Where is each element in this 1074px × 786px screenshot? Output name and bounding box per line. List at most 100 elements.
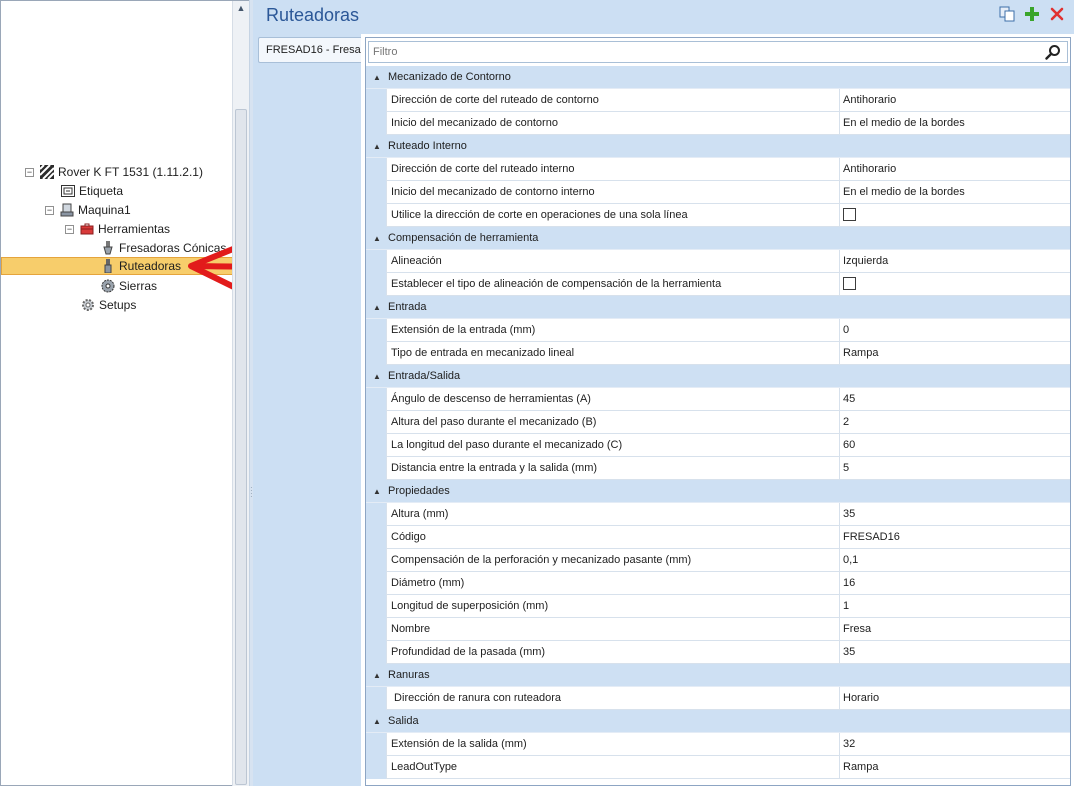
property-row[interactable]: Utilice la dirección de corte en operaci… <box>366 204 1070 227</box>
collapse-arrow-icon[interactable]: ▲ <box>366 303 388 312</box>
scroll-thumb[interactable] <box>235 109 247 785</box>
add-button[interactable] <box>1023 5 1041 23</box>
property-value[interactable]: FRESAD16 <box>839 526 1070 549</box>
property-value[interactable]: Antihorario <box>839 89 1070 112</box>
property-name: Código <box>386 526 839 549</box>
tree-label: Etiqueta <box>79 184 124 198</box>
property-value[interactable]: 32 <box>839 733 1070 756</box>
property-row[interactable]: Alineación Izquierda <box>366 250 1070 273</box>
property-row[interactable]: Tipo de entrada en mecanizado lineal Ramp… <box>366 342 1070 365</box>
tree-node-maquina[interactable]: − Maquina1 <box>45 201 131 219</box>
category-label: Ranuras <box>388 669 430 681</box>
property-value[interactable]: Izquierda <box>839 250 1070 273</box>
category-row[interactable]: ▲ Entrada <box>366 296 1070 319</box>
filter-input[interactable] <box>369 42 1029 62</box>
tree-scrollbar[interactable]: ▲ <box>232 1 249 786</box>
property-value[interactable]: Horario <box>839 687 1070 710</box>
property-row[interactable]: Distancia entre la entrada y la salida (… <box>366 457 1070 480</box>
property-value[interactable]: 35 <box>839 503 1070 526</box>
property-row[interactable]: Longitud de superposición (mm) 1 <box>366 595 1070 618</box>
property-name: Dirección de corte del ruteado de contor… <box>386 89 839 112</box>
row-gutter <box>366 641 386 664</box>
collapse-icon[interactable]: − <box>25 167 34 177</box>
category-label: Entrada <box>388 301 427 313</box>
property-name: Extensión de la entrada (mm) <box>386 319 839 342</box>
property-row[interactable]: Profundidad de la pasada (mm) 35 <box>366 641 1070 664</box>
property-row[interactable]: Dirección de corte del ruteado de contor… <box>366 89 1070 112</box>
conical-cutter-icon <box>101 241 115 255</box>
property-row[interactable]: Inicio del mecanizado de contorno En el m… <box>366 112 1070 135</box>
property-row[interactable]: Extensión de la salida (mm) 32 <box>366 733 1070 756</box>
category-row[interactable]: ▲ Entrada/Salida <box>366 365 1070 388</box>
scroll-up-icon[interactable]: ▲ <box>236 3 246 13</box>
delete-button[interactable] <box>1048 5 1066 23</box>
tree-node-herramientas[interactable]: − Herramientas <box>65 220 170 238</box>
row-gutter <box>366 572 386 595</box>
property-value[interactable]: Rampa <box>839 342 1070 365</box>
category-row[interactable]: ▲ Ranuras <box>366 664 1070 687</box>
category-row[interactable]: ▲ Mecanizado de Contorno <box>366 66 1070 89</box>
property-row[interactable]: Dirección de corte del ruteado interno An… <box>366 158 1070 181</box>
property-value[interactable]: 45 <box>839 388 1070 411</box>
row-gutter <box>366 273 386 296</box>
property-row[interactable]: Extensión de la entrada (mm) 0 <box>366 319 1070 342</box>
collapse-arrow-icon[interactable]: ▲ <box>366 671 388 680</box>
category-row[interactable]: ▲ Salida <box>366 710 1070 733</box>
property-value[interactable]: En el medio de la bordes <box>839 181 1070 204</box>
collapse-icon[interactable]: − <box>65 224 74 234</box>
row-gutter <box>366 733 386 756</box>
property-row[interactable]: Establecer el tipo de alineación de comp… <box>366 273 1070 296</box>
property-name: Altura (mm) <box>386 503 839 526</box>
row-gutter <box>366 618 386 641</box>
property-value[interactable]: Fresa <box>839 618 1070 641</box>
property-value[interactable]: 0,1 <box>839 549 1070 572</box>
category-row[interactable]: ▲ Propiedades <box>366 480 1070 503</box>
property-row[interactable]: Nombre Fresa <box>366 618 1070 641</box>
copy-button[interactable] <box>998 5 1016 23</box>
collapse-arrow-icon[interactable]: ▲ <box>366 717 388 726</box>
property-row[interactable]: Código FRESAD16 <box>366 526 1070 549</box>
search-icon[interactable] <box>1045 44 1061 60</box>
property-name: Inicio del mecanizado de contorno intern… <box>386 181 839 204</box>
property-value[interactable]: Rampa <box>839 756 1070 779</box>
collapse-arrow-icon[interactable]: ▲ <box>366 73 388 82</box>
collapse-arrow-icon[interactable]: ▲ <box>366 372 388 381</box>
collapse-arrow-icon[interactable]: ▲ <box>366 142 388 151</box>
property-row[interactable]: Altura del paso durante el mecanizado (B… <box>366 411 1070 434</box>
property-value[interactable]: 2 <box>839 411 1070 434</box>
collapse-arrow-icon[interactable]: ▲ <box>366 487 388 496</box>
property-row[interactable]: LeadOutType Rampa <box>366 756 1070 779</box>
collapse-icon[interactable]: − <box>45 205 54 215</box>
property-value[interactable] <box>839 273 1070 296</box>
tree-node-sierras[interactable]: Sierras <box>101 277 157 295</box>
property-row[interactable]: Inicio del mecanizado de contorno intern… <box>366 181 1070 204</box>
property-value[interactable]: 1 <box>839 595 1070 618</box>
tab-fresad16[interactable]: FRESAD16 - Fresa <box>258 37 361 63</box>
property-row[interactable]: La longitud del paso durante el mecaniza… <box>366 434 1070 457</box>
property-row[interactable]: Compensación de la perforación y mecaniz… <box>366 549 1070 572</box>
router-bit-icon <box>101 259 115 273</box>
property-value[interactable]: 60 <box>839 434 1070 457</box>
tree-node-root[interactable]: − Rover K FT 1531 (1.11.2.1) <box>25 163 203 181</box>
property-row[interactable]: Ángulo de descenso de herramientas (A) 45 <box>366 388 1070 411</box>
property-name: Dirección de ranura con ruteadora <box>386 687 839 710</box>
property-value[interactable]: 5 <box>839 457 1070 480</box>
property-row[interactable]: Altura (mm) 35 <box>366 503 1070 526</box>
checkbox[interactable] <box>843 208 856 221</box>
tree-label: Setups <box>99 298 137 312</box>
property-value[interactable]: 16 <box>839 572 1070 595</box>
property-value[interactable]: Antihorario <box>839 158 1070 181</box>
property-value[interactable]: En el medio de la bordes <box>839 112 1070 135</box>
row-gutter <box>366 89 386 112</box>
tree-node-setups[interactable]: Setups <box>81 296 136 314</box>
property-value[interactable]: 0 <box>839 319 1070 342</box>
collapse-arrow-icon[interactable]: ▲ <box>366 234 388 243</box>
property-value[interactable] <box>839 204 1070 227</box>
checkbox[interactable] <box>843 277 856 290</box>
property-row[interactable]: Dirección de ranura con ruteadora Horario <box>366 687 1070 710</box>
category-row[interactable]: ▲ Compensación de herramienta <box>366 227 1070 250</box>
tree-node-etiqueta[interactable]: Etiqueta <box>61 182 123 200</box>
property-value[interactable]: 35 <box>839 641 1070 664</box>
property-row[interactable]: Diámetro (mm) 16 <box>366 572 1070 595</box>
category-row[interactable]: ▲ Ruteado Interno <box>366 135 1070 158</box>
